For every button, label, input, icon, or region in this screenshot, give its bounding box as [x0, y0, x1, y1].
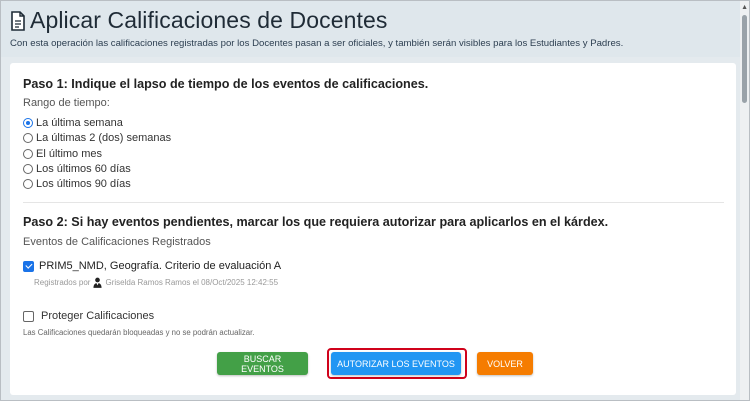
events-label: Eventos de Calificaciones Registrados [23, 236, 211, 248]
radio-last-week[interactable]: La última semana [23, 116, 123, 130]
teacher-icon [93, 277, 103, 288]
radio-label: La última semana [36, 117, 123, 129]
radio-button[interactable] [23, 179, 33, 189]
radio-last-month[interactable]: El último mes [23, 147, 102, 161]
time-range-label: Rango de tiempo: [23, 97, 110, 109]
page-header: Aplicar Calificaciones de Docentes Con e… [1, 1, 741, 57]
protect-grades-option[interactable]: Proteger Calificaciones [23, 310, 154, 322]
page-title: Aplicar Calificaciones de Docentes [30, 7, 388, 33]
scroll-thumb[interactable] [742, 15, 747, 103]
radio-label: La últimas 2 (dos) semanas [36, 132, 172, 144]
page-subtitle: Con esta operación las calificaciones re… [10, 38, 624, 49]
radio-button[interactable] [23, 133, 33, 143]
radio-button[interactable] [23, 149, 33, 159]
form-card: Paso 1: Indique el lapso de tiempo de lo… [10, 63, 736, 395]
section-divider [23, 202, 724, 203]
registered-prefix: Registrados por [34, 278, 91, 287]
radio-button[interactable] [23, 118, 33, 128]
vertical-scrollbar[interactable]: ▲ [740, 1, 749, 400]
radio-button[interactable] [23, 164, 33, 174]
radio-last-90-days[interactable]: Los últimos 90 días [23, 177, 131, 191]
search-events-button[interactable]: BUSCAR EVENTOS [217, 352, 308, 375]
step1-heading: Paso 1: Indique el lapso de tiempo de lo… [23, 77, 429, 91]
registered-detail: Griselda Ramos Ramos el 08/Oct/2025 12:4… [105, 278, 279, 287]
app-frame: Aplicar Calificaciones de Docentes Con e… [0, 0, 750, 401]
protect-label: Proteger Calificaciones [41, 310, 155, 322]
event-item[interactable]: PRIM5_NMD, Geografía. Criterio de evalua… [23, 260, 281, 272]
step2-heading: Paso 2: Si hay eventos pendientes, marca… [23, 215, 609, 229]
event-registered-info: Registrados por Griselda Ramos Ramos el … [34, 277, 278, 288]
authorize-events-button[interactable]: AUTORIZAR LOS EVENTOS [331, 352, 461, 375]
radio-last-2-weeks[interactable]: La últimas 2 (dos) semanas [23, 131, 171, 145]
back-button[interactable]: VOLVER [477, 352, 533, 375]
protect-checkbox[interactable] [23, 310, 34, 322]
radio-label: Los últimos 60 días [36, 163, 131, 175]
radio-last-60-days[interactable]: Los últimos 60 días [23, 162, 131, 176]
document-icon [11, 10, 25, 31]
event-text: PRIM5_NMD, Geografía. Criterio de evalua… [39, 260, 282, 272]
radio-label: El último mes [36, 148, 103, 160]
title-row: Aplicar Calificaciones de Docentes [10, 7, 388, 34]
protect-note: Las Calificaciones quedarán bloqueadas y… [23, 328, 255, 337]
scroll-up-icon[interactable]: ▲ [741, 4, 748, 11]
radio-label: Los últimos 90 días [36, 178, 131, 190]
event-checkbox[interactable] [23, 260, 34, 272]
